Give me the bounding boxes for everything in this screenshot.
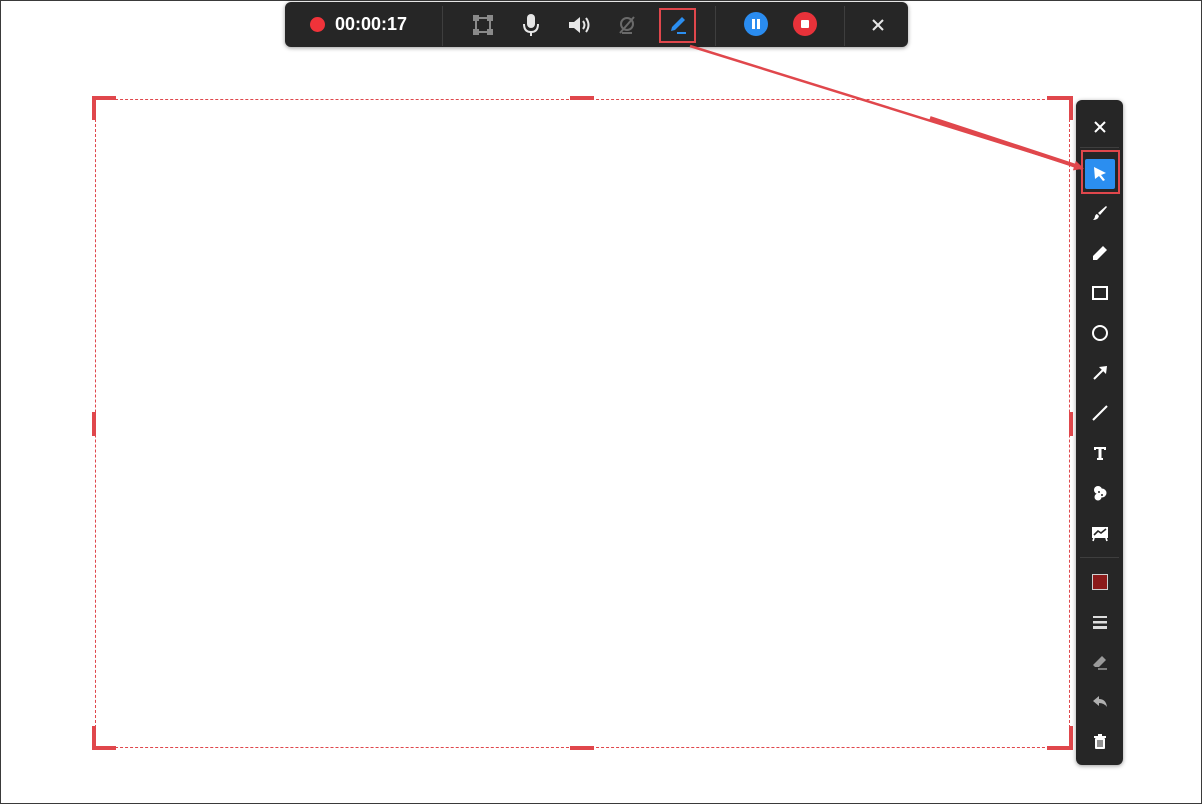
close-icon bbox=[872, 18, 884, 31]
line-icon bbox=[1091, 405, 1108, 421]
line-width-button[interactable] bbox=[1076, 605, 1123, 639]
color-picker-button[interactable] bbox=[1076, 565, 1123, 599]
clear-all-button[interactable] bbox=[1076, 725, 1123, 759]
resize-handle-bottom-right[interactable] bbox=[1069, 726, 1073, 750]
resize-handle-right[interactable] bbox=[1069, 412, 1073, 436]
arrow-icon bbox=[1092, 366, 1107, 380]
microphone-icon[interactable] bbox=[517, 2, 545, 47]
close-annotation-button[interactable] bbox=[1076, 110, 1123, 144]
resize-handle-top-left[interactable] bbox=[92, 96, 96, 120]
annotation-toolbar bbox=[1076, 100, 1123, 765]
pause-icon bbox=[752, 19, 760, 29]
circle-icon bbox=[1091, 325, 1108, 341]
circle-tool-button[interactable] bbox=[1076, 316, 1123, 350]
highlight-tool-button[interactable] bbox=[1076, 516, 1123, 550]
divider bbox=[715, 6, 716, 46]
divider bbox=[844, 6, 845, 46]
blur-tool-button[interactable] bbox=[1076, 476, 1123, 510]
brush-tool-button[interactable] bbox=[1076, 196, 1123, 230]
recording-toolbar: 00:00:17 bbox=[285, 2, 908, 47]
undo-button[interactable] bbox=[1076, 685, 1123, 719]
blur-icon bbox=[1093, 486, 1106, 501]
rectangle-icon bbox=[1091, 286, 1108, 300]
close-icon bbox=[1093, 121, 1106, 133]
eraser-icon bbox=[1092, 656, 1107, 670]
webcam-off-icon[interactable] bbox=[613, 2, 641, 47]
close-recorder-button[interactable] bbox=[865, 2, 891, 47]
divider bbox=[1080, 147, 1119, 148]
eraser-button[interactable] bbox=[1076, 645, 1123, 679]
region-icon[interactable] bbox=[469, 2, 497, 47]
pencil-icon bbox=[1092, 246, 1107, 260]
highlight-icon bbox=[1091, 527, 1108, 542]
text-icon bbox=[1093, 447, 1106, 460]
brush-icon bbox=[1092, 206, 1107, 220]
line-tool-button[interactable] bbox=[1076, 396, 1123, 430]
select-tool-button[interactable] bbox=[1076, 157, 1123, 191]
pause-button[interactable] bbox=[744, 12, 768, 36]
annotate-pen-icon[interactable] bbox=[663, 2, 692, 47]
text-tool-button[interactable] bbox=[1076, 436, 1123, 470]
resize-handle-bottom[interactable] bbox=[570, 746, 594, 750]
speaker-icon[interactable] bbox=[565, 2, 593, 47]
pencil-tool-button[interactable] bbox=[1076, 236, 1123, 270]
divider bbox=[1080, 557, 1119, 558]
recording-indicator-icon bbox=[310, 17, 325, 32]
recording-timer: 00:00:17 bbox=[335, 14, 408, 34]
color-swatch bbox=[1091, 574, 1108, 590]
divider bbox=[442, 6, 443, 46]
rectangle-tool-button[interactable] bbox=[1076, 276, 1123, 310]
recording-region[interactable] bbox=[95, 99, 1070, 748]
resize-handle-left[interactable] bbox=[92, 412, 96, 436]
undo-icon bbox=[1092, 696, 1107, 707]
resize-handle-bottom-left[interactable] bbox=[92, 726, 96, 750]
stop-button[interactable] bbox=[793, 12, 817, 36]
stop-icon bbox=[801, 20, 809, 28]
select-cursor-icon bbox=[1093, 167, 1106, 181]
arrow-tool-button[interactable] bbox=[1076, 356, 1123, 390]
line-width-icon bbox=[1092, 616, 1107, 629]
resize-handle-top[interactable] bbox=[570, 96, 594, 100]
trash-icon bbox=[1093, 734, 1106, 749]
resize-handle-top-right[interactable] bbox=[1069, 96, 1073, 120]
